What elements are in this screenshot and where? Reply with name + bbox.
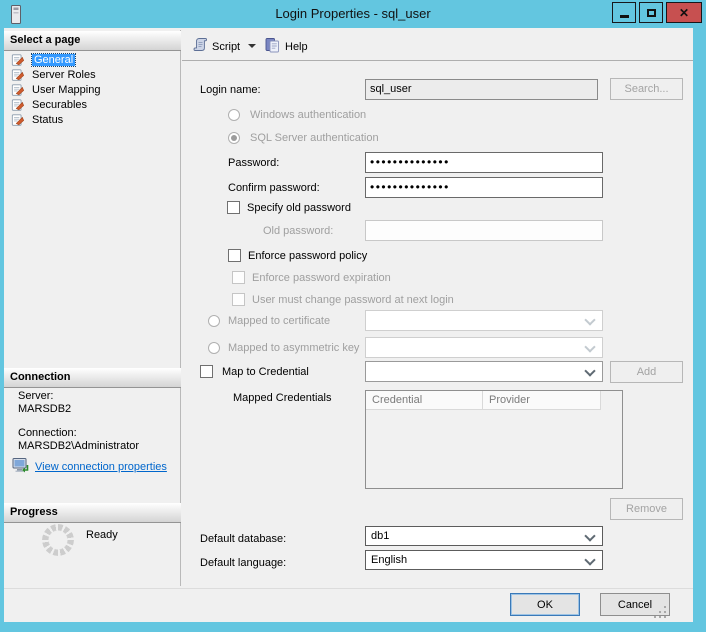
must-change-password-label: User must change password at next login [252,294,454,307]
map-credential-combo[interactable] [365,361,603,382]
chevron-down-icon [584,365,595,376]
enforce-expiration-checkbox [232,271,245,284]
page-icon [11,98,25,112]
mapped-credentials-label: Mapped Credentials [233,392,331,405]
connection-value: MARSDB2\Administrator [18,440,139,453]
enforce-policy-label: Enforce password policy [248,250,367,263]
login-name-label: Login name: [200,84,261,97]
default-database-combo[interactable]: db1 [365,526,603,546]
confirm-password-label: Confirm password: [228,182,320,195]
sidebar-item-user-mapping[interactable]: User Mapping [4,82,181,97]
select-a-page-header: Select a page [4,31,181,51]
connection-label: Connection: [18,427,77,440]
help-icon [264,37,281,57]
toolbar [182,30,693,61]
close-button[interactable]: ✕ [666,2,702,23]
mapped-credentials-table[interactable]: Credential Provider [365,390,623,489]
help-button[interactable]: Help [285,41,308,54]
script-icon [192,37,209,57]
script-dropdown-icon[interactable] [248,44,256,48]
page-icon [11,53,25,67]
minimize-icon [620,15,629,18]
sidebar-item-label: User Mapping [32,84,100,96]
minimize-button[interactable] [612,2,636,23]
cancel-button[interactable]: Cancel [600,593,670,616]
sidebar-item-securables[interactable]: Securables [4,97,181,112]
progress-status: Ready [86,529,118,542]
resize-grip[interactable] [664,616,666,618]
login-properties-dialog: Login Properties - sql_user ✕ Select a p… [0,0,706,632]
confirm-password-input[interactable]: •••••••••••••• [365,177,603,198]
window-title: Login Properties - sql_user [0,6,706,21]
password-input[interactable]: •••••••••••••• [365,152,603,173]
mapped-asymmetric-radio [208,342,220,354]
sidebar-item-label: General [32,54,75,66]
mapped-certificate-combo [365,310,603,331]
default-database-label: Default database: [200,533,286,546]
old-password-label: Old password: [263,225,333,238]
view-connection-properties-link[interactable]: View connection properties [35,461,167,474]
page-icon [11,113,25,127]
sidebar-item-label: Server Roles [32,69,96,81]
default-language-label: Default language: [200,557,286,570]
sql-auth-radio [228,132,240,144]
maximize-icon [647,9,656,17]
server-label: Server: [18,390,53,403]
default-language-value: English [371,554,407,566]
chevron-down-icon [584,341,595,352]
login-name-input[interactable]: sql_user [365,79,598,100]
script-button[interactable]: Script [212,41,240,54]
sidebar-item-server-roles[interactable]: Server Roles [4,67,181,82]
mapped-asymmetric-label: Mapped to asymmetric key [228,342,359,355]
sidebar-item-label: Securables [32,99,87,111]
page-icon [11,68,25,82]
windows-auth-label: Windows authentication [250,109,366,122]
map-credential-checkbox[interactable] [200,365,213,378]
windows-auth-radio [228,109,240,121]
footer-bar [4,588,693,622]
mapped-certificate-label: Mapped to certificate [228,315,330,328]
column-header-credential: Credential [366,391,483,410]
sidebar-item-status[interactable]: Status [4,112,181,127]
password-label: Password: [228,157,279,170]
specify-old-password-label: Specify old password [247,202,351,215]
sql-auth-label: SQL Server authentication [250,132,379,145]
remove-button: Remove [610,498,683,520]
progress-header: Progress [4,503,181,523]
page-icon [11,83,25,97]
search-button: Search... [610,78,683,100]
table-header-row: Credential Provider [366,391,622,410]
connection-properties-icon [12,457,31,477]
connection-header: Connection [4,368,181,388]
chevron-down-icon [584,314,595,325]
chevron-down-icon [584,530,595,541]
column-header-provider: Provider [483,391,601,410]
specify-old-password-checkbox[interactable] [227,201,240,214]
close-icon: ✕ [679,7,689,19]
sidebar-item-label: Status [32,114,63,126]
must-change-password-checkbox [232,293,245,306]
enforce-expiration-label: Enforce password expiration [252,272,391,285]
progress-spinner-icon [42,524,74,556]
default-language-combo[interactable]: English [365,550,603,570]
server-value: MARSDB2 [18,403,71,416]
chevron-down-icon [584,554,595,565]
enforce-policy-checkbox[interactable] [228,249,241,262]
default-database-value: db1 [371,530,389,542]
mapped-asymmetric-combo [365,337,603,358]
map-credential-label: Map to Credential [222,366,309,379]
add-button: Add [610,361,683,383]
old-password-input [365,220,603,241]
mapped-certificate-radio [208,315,220,327]
sidebar-item-general[interactable]: General [4,52,181,67]
ok-button[interactable]: OK [510,593,580,616]
maximize-button[interactable] [639,2,663,23]
